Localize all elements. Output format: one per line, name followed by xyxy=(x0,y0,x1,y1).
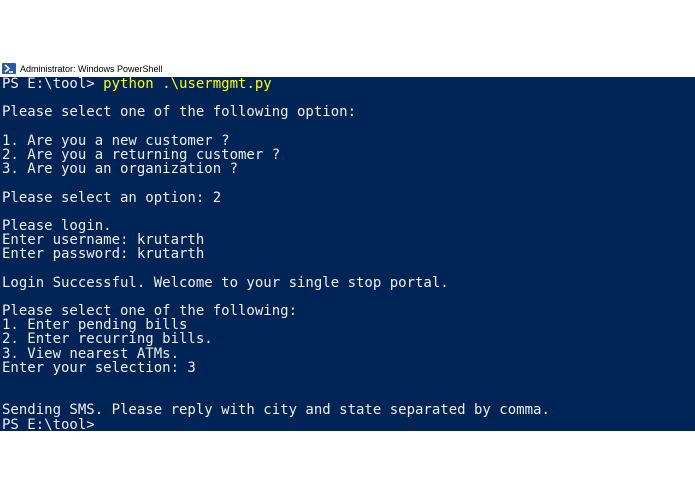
output-line: 3. View nearest ATMs. xyxy=(2,345,180,362)
output-line: 1. Enter pending bills xyxy=(2,317,188,334)
output-line: 2. Enter recurring bills. xyxy=(2,331,213,348)
output-line: 1. Are you a new customer ? xyxy=(2,132,230,149)
command-text: python .\usermgmt.py xyxy=(103,77,272,92)
output-line: Enter password: krutarth xyxy=(2,246,205,263)
title-bar[interactable]: Administrator: Windows PowerShell xyxy=(0,60,695,77)
output-line: Please select one of the following optio… xyxy=(2,104,357,121)
output-line: 2. Are you a returning customer ? xyxy=(2,146,281,163)
output-line: Please select an option: 2 xyxy=(2,189,222,206)
prompt-line: PS E:\tool> python .\usermgmt.py xyxy=(2,77,695,91)
powershell-icon xyxy=(2,63,16,74)
output-line: Please login. xyxy=(2,217,112,234)
prompt: PS E:\tool> xyxy=(2,77,104,92)
output-line: Enter your selection: 3 xyxy=(2,359,196,376)
output-line: Enter username: krutarth xyxy=(2,232,205,249)
window-title: Administrator: Windows PowerShell xyxy=(20,63,163,74)
output-line: Login Successful. Welcome to your single… xyxy=(2,274,449,291)
output-line: Please select one of the following: xyxy=(2,303,298,319)
output-line: 3. Are you an organization ? xyxy=(2,161,239,178)
console-output[interactable]: PS E:\tool> python .\usermgmt.py Please … xyxy=(0,77,695,431)
powershell-window: Administrator: Windows PowerShell PS E:\… xyxy=(0,60,695,431)
output-line: Sending SMS. Please reply with city and … xyxy=(2,402,550,419)
prompt-line: PS E:\tool> xyxy=(2,416,95,431)
